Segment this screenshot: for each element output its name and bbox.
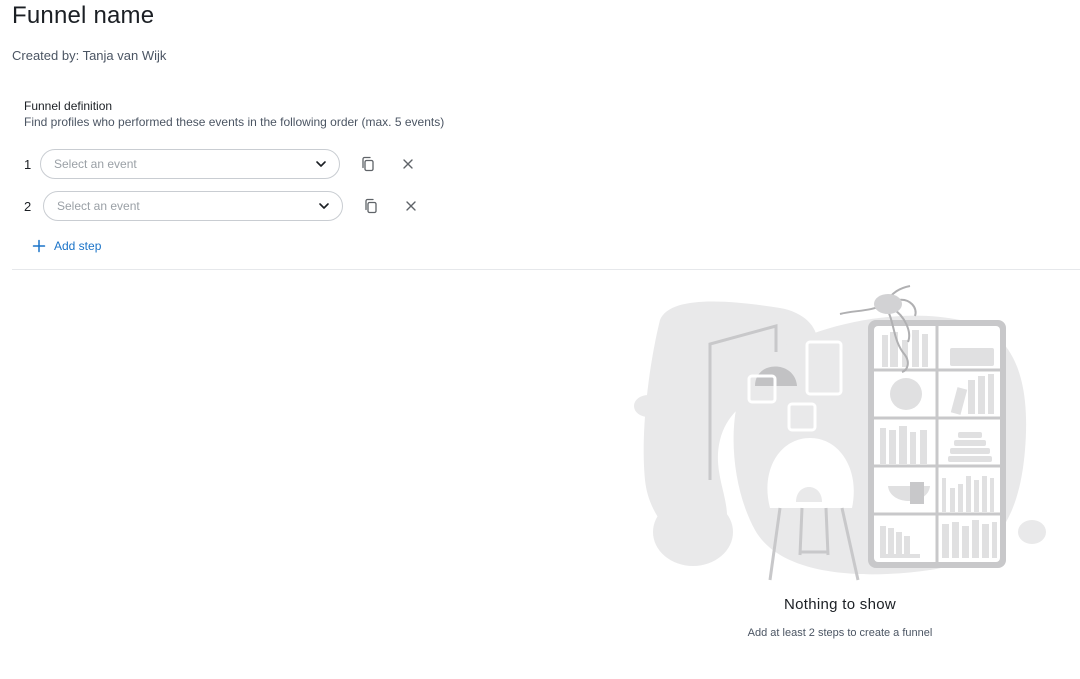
plus-icon	[32, 239, 46, 253]
event-select-step-2[interactable]: Select an event	[43, 191, 343, 221]
funnel-definition-description: Find profiles who performed these events…	[24, 115, 445, 129]
add-step-button[interactable]: Add step	[32, 239, 101, 253]
background-blob	[1018, 520, 1046, 544]
empty-state-subtitle: Add at least 2 steps to create a funnel	[747, 627, 933, 639]
step-number: 1	[24, 156, 32, 172]
event-select-placeholder: Select an event	[57, 199, 140, 213]
background-blob	[653, 498, 733, 566]
chevron-down-icon	[318, 200, 330, 212]
step-number: 2	[24, 198, 32, 214]
add-step-label: Add step	[54, 239, 102, 253]
chevron-down-icon	[315, 158, 327, 170]
copy-icon[interactable]	[360, 195, 382, 217]
funnel-step-1: 1 Select an event	[20, 149, 419, 179]
funnel-step-2: 2 Select an event	[20, 191, 422, 221]
copy-icon[interactable]	[357, 153, 379, 175]
background-blob	[634, 395, 662, 417]
event-select-step-1[interactable]: Select an event	[40, 149, 340, 179]
funnel-page: Funnel name Created by: Tanja van Wijk F…	[0, 0, 1080, 679]
page-title: Funnel name	[12, 2, 155, 29]
close-icon[interactable]	[397, 153, 419, 175]
created-by-label: Created by: Tanja van Wijk	[12, 48, 167, 63]
empty-state-illustration	[634, 285, 1046, 581]
event-select-placeholder: Select an event	[54, 157, 137, 171]
section-divider	[12, 269, 1080, 270]
close-icon[interactable]	[400, 195, 422, 217]
funnel-definition-heading: Funnel definition	[24, 99, 113, 113]
empty-state-title: Nothing to show	[783, 596, 897, 613]
